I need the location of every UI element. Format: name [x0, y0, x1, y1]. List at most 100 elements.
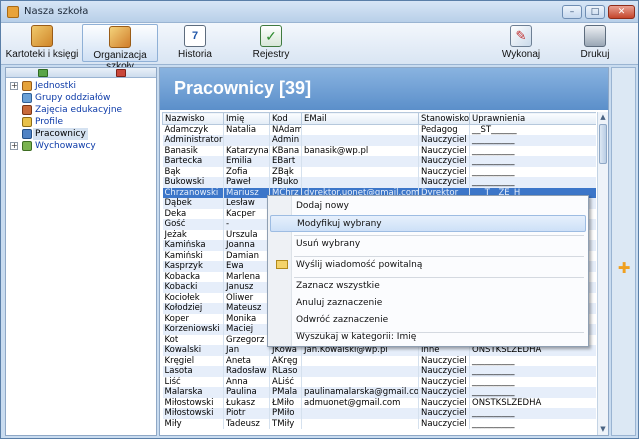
table-cell: Kociołek — [162, 292, 224, 303]
table-cell: ZBąk — [269, 166, 302, 177]
table-cell — [301, 376, 419, 387]
staff-icon — [22, 129, 32, 139]
tree-item-label: Profile — [35, 117, 63, 127]
table-row[interactable]: Kręgiel Aneta AKręg Nauczyciel __________ — [162, 355, 596, 366]
column-header[interactable]: EMail — [301, 112, 419, 125]
table-cell: Nauczyciel — [418, 166, 470, 177]
app-window: Nasza szkoła – □ ✕ Kartoteki i księgi Or… — [0, 0, 639, 439]
column-header[interactable]: Stanowisko — [418, 112, 470, 125]
context-menu: Dodaj nowy Modyfikuj wybrany Usuń wybran… — [267, 195, 589, 347]
table-cell: Lasota — [162, 366, 224, 377]
table-cell: Ewa — [223, 261, 270, 272]
tutors-icon — [22, 141, 32, 151]
menu-item-invert-selection[interactable]: Odwróć zaznaczenie — [270, 312, 586, 329]
historia-button[interactable]: 7 Historia — [171, 24, 219, 62]
close-button[interactable]: ✕ — [608, 5, 635, 19]
table-cell: Bąk — [162, 166, 224, 177]
table-cell: Grzegorz — [223, 334, 270, 345]
toolbar: Kartoteki i księgi Organizacja szkoły 7 … — [1, 23, 638, 72]
scroll-down-icon[interactable]: ▼ — [598, 424, 608, 434]
table-cell: Malarska — [162, 387, 224, 398]
kartoteki-button[interactable]: Kartoteki i księgi — [5, 24, 79, 62]
table-cell: admuonet@gmail.com — [301, 397, 419, 408]
table-cell: Nauczyciel — [418, 355, 470, 366]
table-row[interactable]: Liść Anna ALiść Nauczyciel __________ — [162, 376, 596, 387]
header-band: Pracownicy [39] — [160, 68, 608, 110]
expand-icon[interactable]: + — [10, 82, 18, 90]
envelope-icon — [276, 260, 288, 269]
rejestry-button[interactable]: ✓ Rejestry — [247, 24, 295, 62]
menu-item-select-all[interactable]: Zaznacz wszystkie — [270, 278, 586, 295]
table-cell: Kołodziej — [162, 303, 224, 314]
menu-item-add[interactable]: Dodaj nowy — [270, 198, 586, 215]
table-cell: Chrzanowski — [162, 187, 224, 198]
table-row[interactable]: Adamczyk Natalia NAdam Pedagog __ST______ — [162, 124, 596, 135]
table-cell: Katarzyna — [223, 145, 270, 156]
table-row[interactable]: Bukowski Paweł PBuko Nauczyciel __________ — [162, 177, 596, 188]
table-cell: ONSTKSLZEDHA — [469, 397, 596, 408]
table-cell: __________ — [469, 387, 596, 398]
column-header[interactable]: Kod — [269, 112, 302, 125]
table-row[interactable]: Miłostowski Piotr PMiło Nauczyciel _________… — [162, 408, 596, 419]
table-cell: Nauczyciel — [418, 156, 470, 167]
tree-item-jednostki[interactable]: + Jednostki — [6, 80, 156, 92]
table-row[interactable]: Malarska Paulina PMala paulinamalarska@gmai… — [162, 387, 596, 398]
column-header[interactable]: Nazwisko — [162, 112, 224, 125]
table-cell: Miły — [162, 418, 224, 429]
table-row[interactable]: Banasik Katarzyna KBana banasik@wp.pl Nauczy… — [162, 145, 596, 156]
table-cell: Paweł — [223, 177, 270, 188]
table-cell: Kasprzyk — [162, 261, 224, 272]
wykonaj-button[interactable]: ✎ Wykonaj — [497, 24, 545, 62]
add-icon[interactable]: ✚ — [617, 261, 631, 276]
list-view-tab-icon[interactable] — [116, 69, 126, 77]
vertical-scrollbar[interactable]: ▲ ▼ — [597, 112, 608, 435]
table-row[interactable]: Lasota Radosław RLaso Nauczyciel __________ — [162, 366, 596, 377]
drukuj-button[interactable]: Drukuj — [578, 24, 612, 62]
table-cell: Gość — [162, 219, 224, 230]
table-row[interactable]: Administrator Admin Nauczyciel __________ — [162, 135, 596, 146]
organizacja-button[interactable]: Organizacja szkoły — [82, 24, 158, 72]
table-cell: Marlena — [223, 271, 270, 282]
scroll-thumb[interactable] — [599, 124, 607, 164]
table-cell: Anna — [223, 376, 270, 387]
table-cell: Nauczyciel — [418, 177, 470, 188]
table-cell: Kot — [162, 334, 224, 345]
table-cell: Koper — [162, 313, 224, 324]
execute-icon: ✎ — [510, 25, 532, 47]
tree-view-tab-icon[interactable] — [38, 69, 48, 77]
table-row[interactable]: Bartecka Emilia EBart Nauczyciel __________ — [162, 156, 596, 167]
menu-item-clear-selection[interactable]: Anuluj zaznaczenie — [270, 295, 586, 312]
table-row[interactable]: Bąk Zofia ZBąk Nauczyciel __________ — [162, 166, 596, 177]
table-row[interactable]: Miły Tadeusz TMiły Nauczyciel __________ — [162, 418, 596, 429]
table-cell: __________ — [469, 145, 596, 156]
table-cell: Korzeniowski — [162, 324, 224, 335]
checklist-icon: ✓ — [260, 25, 282, 47]
window-title: Nasza szkoła — [24, 6, 89, 17]
tree-item-pracownicy[interactable]: Pracownicy — [6, 128, 156, 140]
minimize-button[interactable]: – — [562, 5, 582, 19]
table-cell: Deka — [162, 208, 224, 219]
tree-item-profile[interactable]: Profile — [6, 116, 156, 128]
table-cell: Kamiński — [162, 250, 224, 261]
table-cell: Mariusz — [223, 187, 270, 198]
menu-item-welcome-message[interactable]: Wyślij wiadomość powitalną — [270, 257, 586, 274]
table-cell: Janusz — [223, 282, 270, 293]
column-header[interactable]: Uprawnienia — [469, 112, 596, 125]
table-cell: Nauczyciel — [418, 145, 470, 156]
table-cell: Natalia — [223, 124, 270, 135]
table-row[interactable]: Miłostowski Łukasz ŁMiło admuonet@gmail.com… — [162, 397, 596, 408]
table-cell: Łukasz — [223, 397, 270, 408]
column-header[interactable]: Imię — [223, 112, 270, 125]
menu-item-modify[interactable]: Modyfikuj wybrany — [270, 215, 586, 232]
kartoteki-label: Kartoteki i księgi — [5, 49, 79, 60]
expand-icon[interactable]: + — [10, 142, 18, 150]
menu-item-delete[interactable]: Usuń wybrany — [270, 236, 586, 253]
tree-item-zajecia[interactable]: Zajęcia edukacyjne — [6, 104, 156, 116]
tree-item-grupy[interactable]: Grupy oddziałów — [6, 92, 156, 104]
tree-item-wychowawcy[interactable]: + Wychowawcy — [6, 140, 156, 152]
maximize-button[interactable]: □ — [585, 5, 605, 19]
table-cell: AKręg — [269, 355, 302, 366]
menu-item-search-category[interactable]: Wyszukaj w kategorii: Imię — [270, 329, 586, 346]
table-cell — [301, 166, 419, 177]
scroll-up-icon[interactable]: ▲ — [598, 112, 608, 122]
